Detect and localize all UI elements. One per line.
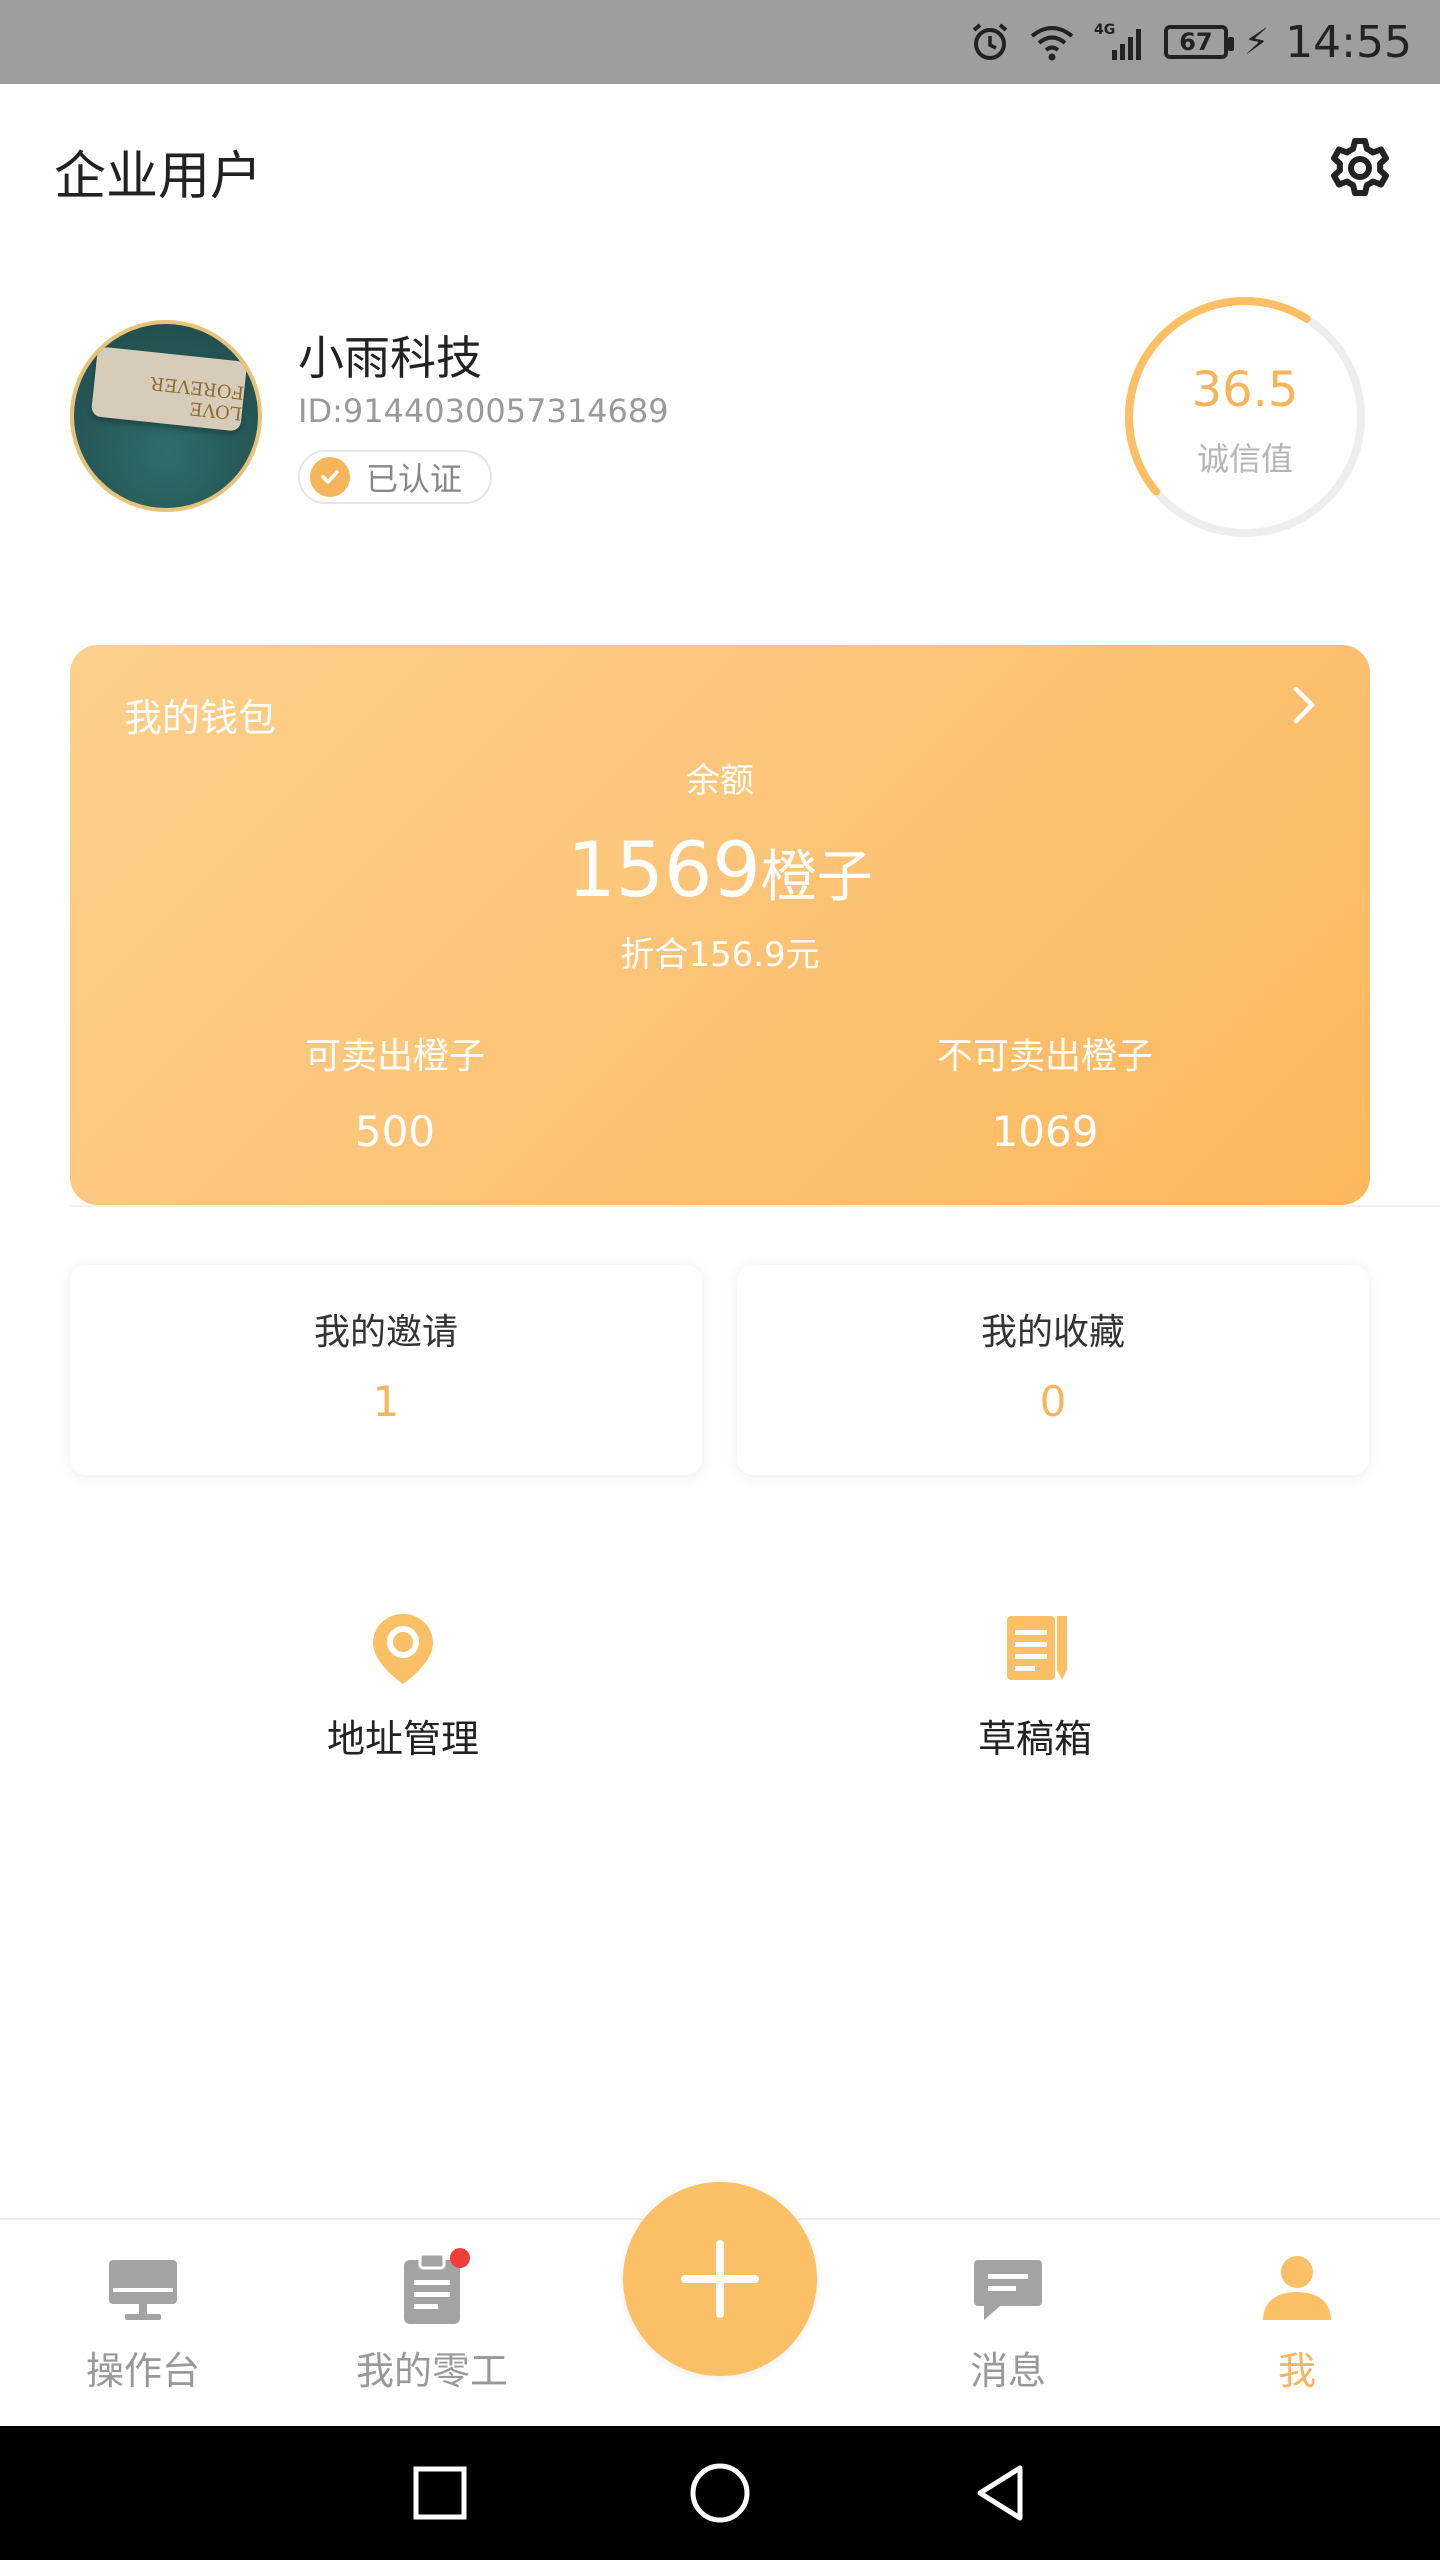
recent-apps-button[interactable]	[405, 2458, 475, 2528]
profile-page: 4G 67 ⚡ 14:55 企业用户 LOVE FOREVER 小雨科技 ID:…	[0, 0, 1440, 2560]
signal-icon: 4G	[1092, 20, 1148, 64]
unsellable-oranges: 不可卖出橙子 1069	[720, 1027, 1370, 1156]
address-management-label: 地址管理	[326, 1717, 479, 1761]
company-name: 小雨科技	[298, 331, 482, 385]
balance-number: 1569	[567, 825, 761, 914]
drafts-icon	[995, 1608, 1075, 1688]
square-icon	[413, 2466, 467, 2520]
my-favorites-card[interactable]: 我的收藏 0	[737, 1265, 1369, 1475]
circle-icon	[690, 2463, 750, 2523]
add-button[interactable]	[623, 2182, 817, 2376]
page-title: 企业用户	[54, 147, 263, 207]
invitations-title: 我的邀请	[313, 1312, 458, 1353]
back-button[interactable]	[965, 2458, 1035, 2528]
wifi-icon	[1028, 20, 1076, 64]
verified-badge: 已认证	[298, 450, 493, 504]
battery-level: 67	[1179, 28, 1213, 56]
tab-console[interactable]: 操作台	[33, 2248, 253, 2418]
sellable-label: 可卖出橙子	[304, 1036, 485, 1077]
network-type-label: 4G	[1094, 22, 1115, 38]
system-navigation-bar	[0, 2426, 1440, 2560]
check-icon	[310, 457, 350, 497]
credit-value: 36.5	[1191, 362, 1299, 418]
avatar-photo-text: LOVE FOREVER	[149, 372, 246, 424]
monitor-icon	[103, 2248, 183, 2328]
credit-label: 诚信值	[1196, 440, 1293, 478]
my-invitations-card[interactable]: 我的邀请 1	[70, 1265, 702, 1475]
alarm-icon	[968, 20, 1012, 64]
tab-messages[interactable]: 消息	[898, 2248, 1118, 2418]
status-time: 14:55	[1285, 16, 1412, 68]
chat-icon	[968, 2248, 1048, 2328]
favorites-count: 0	[1039, 1377, 1067, 1426]
unsellable-value: 1069	[991, 1107, 1099, 1156]
tab-messages-label: 消息	[969, 2349, 1046, 2393]
credit-score-gauge[interactable]: 36.5 诚信值	[1120, 292, 1370, 542]
wallet-title: 我的钱包	[124, 696, 277, 740]
balance-conversion: 折合156.9元	[620, 935, 820, 975]
drafts-label: 草稿箱	[977, 1717, 1092, 1761]
location-pin-icon	[363, 1608, 443, 1688]
avatar-photo-tag: LOVE FOREVER	[90, 346, 248, 432]
balance-unit: 橙子	[760, 845, 873, 910]
plus-icon	[681, 2240, 759, 2318]
battery-icon: 67	[1163, 25, 1234, 59]
divider	[70, 1205, 1440, 1207]
balance-amount: 1569橙子	[70, 825, 1370, 914]
gear-icon	[1331, 138, 1389, 196]
verified-label: 已认证	[366, 460, 463, 498]
unsellable-label: 不可卖出橙子	[936, 1036, 1153, 1077]
wallet-card[interactable]: 我的钱包 余额 1569橙子 折合156.9元 可卖出橙子 500 不可卖出橙子…	[70, 645, 1370, 1205]
status-bar: 4G 67 ⚡ 14:55	[0, 0, 1440, 84]
drafts-button[interactable]: 草稿箱	[905, 1608, 1165, 1768]
favorites-title: 我的收藏	[980, 1312, 1125, 1353]
notification-dot	[450, 2248, 470, 2268]
sellable-oranges: 可卖出橙子 500	[70, 1027, 720, 1156]
invitations-count: 1	[372, 1377, 400, 1426]
balance-label: 余额	[686, 761, 754, 801]
user-icon	[1257, 2248, 1337, 2328]
tab-my-gigs[interactable]: 我的零工	[322, 2248, 542, 2418]
tab-me-label: 我	[1277, 2349, 1316, 2393]
avatar[interactable]: LOVE FOREVER	[70, 320, 262, 512]
address-management-button[interactable]: 地址管理	[273, 1608, 533, 1768]
tab-me[interactable]: 我	[1187, 2248, 1407, 2418]
tab-console-label: 操作台	[85, 2349, 200, 2393]
home-button[interactable]	[685, 2458, 755, 2528]
triangle-back-icon	[977, 2465, 1023, 2521]
sellable-value: 500	[354, 1107, 436, 1156]
settings-button[interactable]	[1322, 128, 1398, 204]
header: 企业用户	[0, 84, 1440, 244]
company-id: ID:9144030057314689	[298, 392, 669, 430]
charging-icon: ⚡	[1243, 21, 1270, 63]
chevron-right-icon[interactable]	[1282, 683, 1326, 727]
tab-my-gigs-label: 我的零工	[355, 2349, 508, 2393]
